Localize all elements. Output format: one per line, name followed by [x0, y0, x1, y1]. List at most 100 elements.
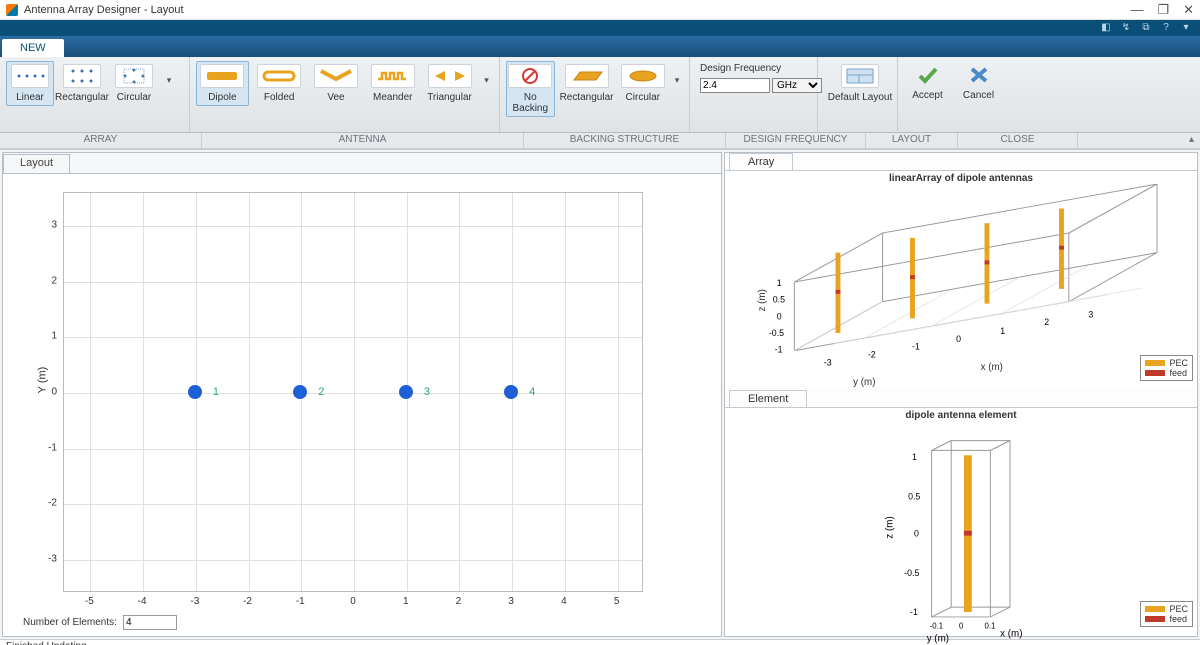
backing-gallery-dropdown[interactable]: ▾ — [671, 75, 683, 86]
svg-text:-0.1: -0.1 — [930, 621, 944, 630]
svg-text:3: 3 — [1088, 309, 1093, 319]
qa-dropdown-icon[interactable]: ▾ — [1180, 22, 1192, 34]
antenna-folded-button[interactable]: Folded — [253, 61, 306, 106]
qa-icon-3[interactable]: ⧉ — [1140, 22, 1152, 34]
svg-text:-0.5: -0.5 — [904, 567, 919, 577]
array-linear-label: Linear — [16, 92, 44, 103]
layout-chart[interactable]: -5-4-3-2-1012345 -3-2-10123 1234 — [63, 192, 643, 592]
element-marker[interactable] — [504, 385, 518, 399]
svg-text:-3: -3 — [824, 357, 832, 367]
array-rectangular-label: Rectangular — [55, 92, 109, 103]
array-circular-button[interactable]: Circular — [110, 61, 158, 106]
rectangular-array-icon — [63, 64, 101, 88]
element-marker[interactable] — [188, 385, 202, 399]
backing-none-button[interactable]: No Backing — [506, 61, 555, 117]
backing-rectangular-button[interactable]: Rectangular — [559, 61, 615, 106]
element-label: 3 — [424, 386, 430, 398]
antenna-dipole-button[interactable]: Dipole — [196, 61, 249, 106]
group-freq: DESIGN FREQUENCY — [726, 133, 866, 148]
svg-text:y (m): y (m) — [853, 377, 875, 388]
backing-none-label: No Backing — [508, 92, 553, 114]
element-legend: PEC feed — [1140, 601, 1193, 627]
qa-icon-1[interactable]: ◧ — [1100, 22, 1112, 34]
maximize-button[interactable]: ❐ — [1157, 2, 1169, 18]
antenna-triangular-button[interactable]: Triangular — [423, 61, 476, 106]
element-3d-plot[interactable]: 1 0.5 0 -0.5 -1 z (m) x (m) y (m) -0.100… — [725, 421, 1197, 645]
design-frequency-label: Design Frequency — [700, 63, 832, 74]
x-tick: 0 — [350, 596, 356, 607]
svg-text:1: 1 — [1000, 326, 1005, 336]
svg-text:0.5: 0.5 — [908, 491, 920, 501]
array-plot-title: linearArray of dipole antennas — [725, 171, 1197, 184]
x-tick: 3 — [508, 596, 514, 607]
ribbon-group-labels: ARRAY ANTENNA BACKING STRUCTURE DESIGN F… — [0, 133, 1200, 149]
svg-text:0: 0 — [777, 311, 782, 321]
element-tab[interactable]: Element — [729, 390, 807, 407]
antenna-vee-button[interactable]: Vee — [310, 61, 363, 106]
svg-text:x (m): x (m) — [981, 362, 1003, 373]
no-backing-icon — [508, 64, 552, 88]
folded-icon — [257, 64, 301, 88]
x-tick: 2 — [456, 596, 462, 607]
linear-array-icon — [11, 64, 49, 88]
y-tick: 0 — [37, 387, 57, 398]
status-text: Finished Updating — [6, 641, 87, 645]
array-3d-plot[interactable]: x (m) y (m) z (m) 1 0.5 0 -0.5 -1 -3-2-1… — [725, 184, 1197, 400]
antenna-gallery-dropdown[interactable]: ▾ — [480, 75, 493, 86]
group-layout: LAYOUT — [866, 133, 958, 148]
array-rectangular-button[interactable]: Rectangular — [58, 61, 106, 106]
array-legend: PEC feed — [1140, 355, 1193, 381]
x-tick: -5 — [85, 596, 94, 607]
title-bar: Antenna Array Designer - Layout — ❐ ✕ — [0, 0, 1200, 20]
svg-text:z (m): z (m) — [757, 289, 768, 311]
toolstrip-tab-row: NEW — [0, 36, 1200, 57]
design-frequency-unit[interactable]: GHz — [772, 78, 822, 93]
x-tick: 4 — [561, 596, 567, 607]
backing-circ-label: Circular — [626, 92, 660, 103]
x-tick: -2 — [243, 596, 252, 607]
antenna-meander-button[interactable]: Meander — [366, 61, 419, 106]
accept-button[interactable]: Accept — [904, 61, 951, 104]
element-marker[interactable] — [293, 385, 307, 399]
accept-icon — [916, 64, 940, 86]
svg-text:0: 0 — [914, 528, 919, 538]
cancel-button[interactable]: Cancel — [955, 61, 1002, 104]
qa-icon-2[interactable]: ↯ — [1120, 22, 1132, 34]
circular-array-icon — [115, 64, 153, 88]
default-layout-button[interactable]: Default Layout — [824, 61, 896, 106]
svg-text:0: 0 — [959, 621, 964, 630]
close-window-button[interactable]: ✕ — [1183, 2, 1194, 18]
accept-label: Accept — [912, 90, 943, 101]
backing-rect-label: Rectangular — [560, 92, 614, 103]
cancel-icon — [967, 64, 991, 86]
svg-text:x (m): x (m) — [1000, 628, 1022, 639]
array-linear-button[interactable]: Linear — [6, 61, 54, 106]
svg-text:2: 2 — [1044, 317, 1049, 327]
array-tab[interactable]: Array — [729, 153, 793, 170]
element-label: 4 — [529, 386, 535, 398]
num-elements-label: Number of Elements: — [23, 617, 117, 628]
y-tick: -2 — [37, 498, 57, 509]
element-marker[interactable] — [399, 385, 413, 399]
x-tick: -4 — [138, 596, 147, 607]
num-elements-input[interactable] — [123, 615, 177, 630]
svg-text:0.1: 0.1 — [985, 621, 996, 630]
y-tick: 1 — [37, 331, 57, 342]
svg-text:1: 1 — [912, 452, 917, 462]
ribbon-collapse-button[interactable]: ▴ — [1189, 134, 1194, 145]
design-frequency-input[interactable] — [700, 78, 770, 93]
x-tick: 5 — [614, 596, 620, 607]
cancel-label: Cancel — [963, 90, 994, 101]
tab-new[interactable]: NEW — [2, 39, 64, 57]
array-gallery-dropdown[interactable]: ▾ — [162, 75, 176, 86]
y-tick: -1 — [37, 442, 57, 453]
layout-tab[interactable]: Layout — [3, 154, 70, 174]
backing-circular-button[interactable]: Circular — [619, 61, 668, 106]
svg-text:-1: -1 — [775, 345, 783, 355]
minimize-button[interactable]: — — [1130, 2, 1143, 18]
help-icon[interactable]: ? — [1160, 22, 1172, 34]
svg-text:0.5: 0.5 — [773, 295, 785, 305]
group-close: CLOSE — [958, 133, 1078, 148]
svg-text:y (m): y (m) — [927, 633, 949, 644]
x-tick: -3 — [190, 596, 199, 607]
